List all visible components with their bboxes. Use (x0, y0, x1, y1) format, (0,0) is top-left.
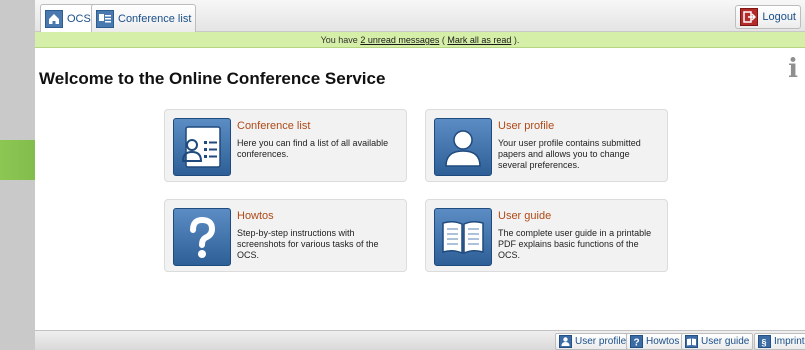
card-title: User profile (498, 120, 555, 132)
question-icon: ? (630, 335, 643, 348)
page-container: OCS Conference list Logout You have 2 un… (35, 0, 805, 350)
user-profile-icon (434, 118, 492, 176)
footer-label: Howtos (646, 336, 680, 347)
message-prefix: You have (320, 35, 361, 45)
book-icon (434, 208, 492, 266)
page-title: Welcome to the Online Conference Service (39, 69, 386, 88)
card-title: Howtos (237, 210, 274, 222)
svg-text:?: ? (634, 338, 640, 348)
footer-user-profile-button[interactable]: User profile (555, 333, 631, 350)
mark-all-read-link[interactable]: Mark all as read (447, 35, 511, 45)
card-title: User guide (498, 210, 552, 222)
tab-label: Conference list (118, 12, 192, 25)
message-bar: You have 2 unread messages ( Mark all as… (35, 32, 805, 48)
tab-ocs[interactable]: OCS (40, 4, 96, 33)
card-description: The complete user guide in a printable P… (498, 228, 652, 260)
conference-list-icon (96, 9, 114, 28)
card-howtos[interactable]: Howtos Step-by-step instructions with sc… (164, 199, 407, 272)
top-toolbar: OCS Conference list Logout (35, 0, 805, 33)
svg-text:§: § (762, 338, 767, 348)
footer-label: User profile (575, 336, 627, 347)
tab-label: OCS (67, 13, 91, 25)
unread-messages-link[interactable]: 2 unread messages (360, 35, 439, 45)
footer-howtos-button[interactable]: ? Howtos (626, 333, 684, 350)
footer-toolbar: User profile ? Howtos User guide § Impri… (35, 330, 805, 350)
user-icon (559, 335, 572, 348)
footer-imprint-button[interactable]: § Imprint (754, 333, 805, 350)
card-description: Your user profile contains submitted pap… (498, 138, 641, 170)
card-user-guide[interactable]: User guide The complete user guide in a … (425, 199, 668, 272)
logout-label: Logout (762, 11, 796, 23)
footer-user-guide-button[interactable]: User guide (681, 333, 754, 350)
home-icon (45, 10, 63, 28)
logout-icon (740, 8, 759, 26)
footer-label: User guide (701, 336, 750, 347)
card-description: Here you can find a list of all availabl… (237, 138, 389, 159)
conference-list-icon (173, 118, 231, 176)
logout-button[interactable]: Logout (735, 5, 801, 29)
tab-conference-list[interactable]: Conference list (91, 4, 197, 32)
imprint-icon: § (758, 335, 771, 348)
card-conference-list[interactable]: Conference list Here you can find a list… (164, 109, 407, 182)
card-description: Step-by-step instructions with screensho… (237, 228, 379, 260)
card-title: Conference list (237, 120, 311, 132)
footer-label: Imprint (774, 336, 805, 347)
book-icon (685, 335, 698, 348)
question-icon (173, 208, 231, 266)
card-user-profile[interactable]: User profile Your user profile contains … (425, 109, 668, 182)
message-suffix: ). (511, 35, 520, 45)
info-icon[interactable]: i (788, 54, 798, 84)
